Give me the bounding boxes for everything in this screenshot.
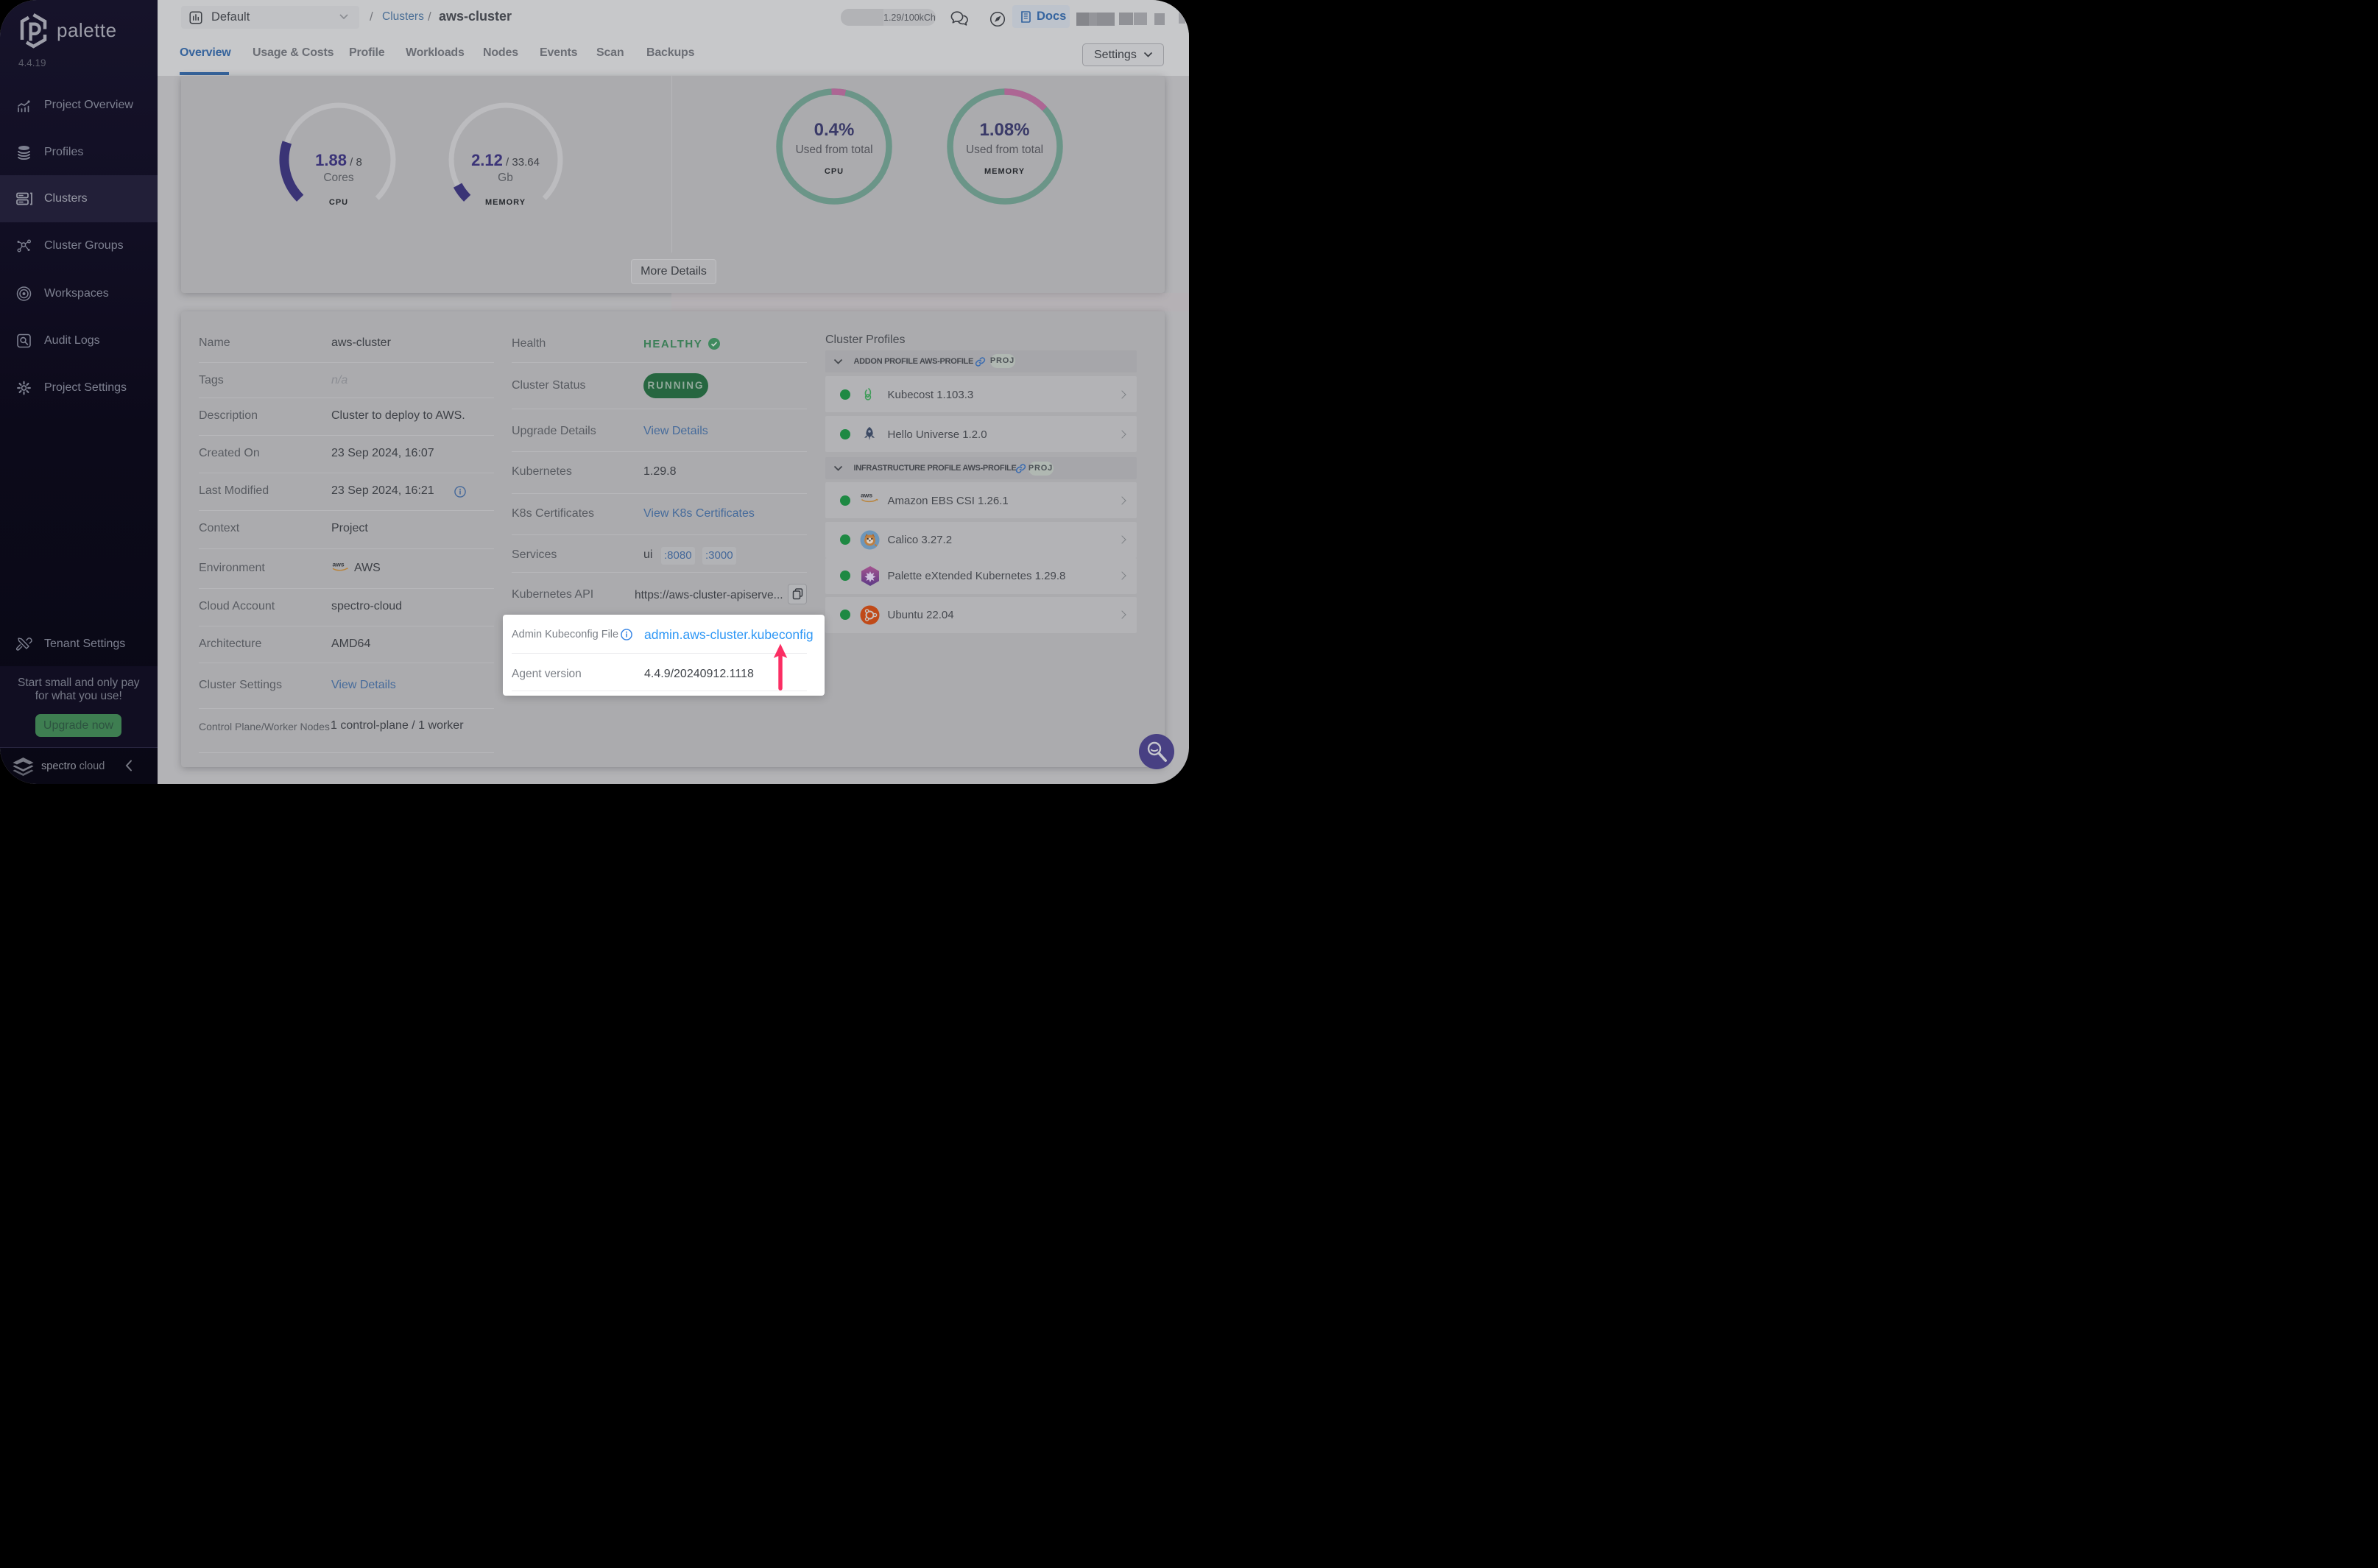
svg-text:aws: aws xyxy=(861,492,872,499)
svg-text:aws: aws xyxy=(333,561,345,568)
